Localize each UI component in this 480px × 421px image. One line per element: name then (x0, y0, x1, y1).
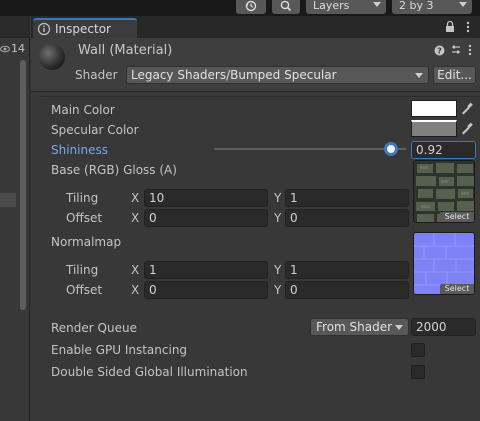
layers-label: Layers (313, 0, 350, 12)
material-title: Wall (Material) (78, 43, 173, 58)
base-offset-x-value: 0 (149, 211, 157, 225)
shininess-slider-track[interactable] (214, 148, 406, 150)
normalmap-offset-y-label: Y (274, 283, 282, 297)
divider (41, 96, 480, 97)
base-offset-label: Offset (66, 211, 103, 225)
svg-text:?: ? (437, 47, 442, 56)
normalmap-tiling-y-value: 1 (290, 263, 298, 277)
normalmap-tiling-x-input[interactable]: 1 (144, 261, 268, 279)
specular-color-swatch[interactable] (411, 120, 457, 137)
layout-label: 2 by 3 (399, 0, 434, 12)
hierarchy-header (0, 16, 30, 38)
render-queue-mode: From Shader (316, 320, 393, 334)
material-preview-icon (39, 44, 65, 70)
base-texture-label: Base (RGB) Gloss (A) (51, 163, 177, 177)
base-offset-y-label: Y (274, 211, 282, 225)
eye-icon (0, 45, 10, 53)
main-color-swatch[interactable] (411, 100, 457, 117)
base-tiling-x-label: X (131, 191, 140, 205)
base-offset-x-label: X (131, 211, 140, 225)
render-queue-dropdown[interactable]: From Shader (310, 318, 409, 336)
normalmap-offset-x-input[interactable]: 0 (144, 281, 268, 299)
shader-value: Legacy Shaders/Bumped Specular (131, 68, 337, 82)
eyedropper-icon[interactable] (460, 101, 473, 115)
history-button[interactable] (236, 0, 266, 14)
history-icon (245, 0, 257, 12)
base-offset-x-input[interactable]: 0 (144, 209, 268, 227)
lock-icon[interactable] (444, 20, 456, 33)
render-queue-value: 2000 (416, 320, 447, 334)
visibility-count: 14 (11, 42, 25, 55)
hierarchy-scrollbar[interactable] (20, 60, 26, 310)
layers-dropdown[interactable]: Layers (306, 0, 386, 14)
render-queue-label: Render Queue (51, 321, 137, 335)
eyedropper-icon[interactable] (460, 121, 473, 135)
normalmap-offset-label: Offset (66, 283, 103, 297)
normalmap-label: Normalmap (51, 235, 122, 249)
edit-shader-label: Edit... (437, 68, 472, 82)
chevron-down-icon (395, 325, 403, 330)
edit-shader-button[interactable]: Edit... (433, 66, 476, 84)
hierarchy-selected-row[interactable] (0, 193, 16, 207)
shader-label: Shader (75, 68, 118, 82)
normalmap-tiling-y-input[interactable]: 1 (285, 261, 409, 279)
search-icon (280, 0, 292, 12)
render-queue-input[interactable]: 2000 (411, 318, 476, 336)
base-texture-select-button[interactable]: Select (440, 212, 474, 222)
tab-inspector[interactable]: Inspector (33, 18, 137, 38)
search-button[interactable] (272, 0, 300, 14)
base-tiling-label: Tiling (66, 191, 99, 205)
preset-icon[interactable] (450, 44, 462, 56)
main-color-label: Main Color (51, 103, 115, 117)
chevron-down-icon (459, 2, 467, 7)
layout-dropdown[interactable]: 2 by 3 (392, 0, 472, 14)
base-texture-slot[interactable]: Select (413, 160, 475, 223)
normalmap-offset-x-label: X (131, 283, 140, 297)
gpu-instancing-checkbox[interactable] (411, 343, 425, 357)
base-tiling-y-value: 1 (290, 191, 298, 205)
normalmap-offset-y-value: 0 (290, 283, 298, 297)
base-tiling-x-input[interactable]: 10 (144, 189, 268, 207)
shininess-value: 0.92 (416, 143, 443, 157)
normalmap-select-button[interactable]: Select (440, 284, 474, 294)
normalmap-tiling-x-label: X (131, 263, 140, 277)
base-offset-y-input[interactable]: 0 (285, 209, 409, 227)
chevron-down-icon (373, 2, 381, 7)
chevron-down-icon (415, 73, 423, 78)
shininess-label: Shininess (51, 143, 108, 157)
normalmap-texture-slot[interactable]: Select (413, 232, 475, 295)
kebab-menu-icon[interactable] (462, 20, 474, 33)
gpu-instancing-label: Enable GPU Instancing (51, 343, 188, 357)
double-sided-gi-checkbox[interactable] (411, 365, 425, 379)
base-offset-y-value: 0 (290, 211, 298, 225)
normalmap-tiling-y-label: Y (274, 263, 282, 277)
shader-dropdown[interactable]: Legacy Shaders/Bumped Specular (126, 66, 429, 84)
double-sided-gi-label: Double Sided Global Illumination (51, 365, 248, 379)
base-tiling-y-label: Y (274, 191, 282, 205)
normalmap-tiling-label: Tiling (66, 263, 99, 277)
normalmap-offset-x-value: 0 (149, 283, 157, 297)
specular-color-label: Specular Color (51, 123, 139, 137)
shininess-slider-thumb[interactable] (383, 142, 398, 156)
info-icon (37, 22, 51, 36)
base-tiling-x-value: 10 (149, 191, 165, 205)
component-menu-icon[interactable] (466, 44, 474, 56)
shininess-input[interactable]: 0.92 (411, 141, 476, 159)
tab-inspector-label: Inspector (55, 22, 111, 36)
help-icon[interactable]: ? (434, 45, 445, 56)
visibility-toggle[interactable]: 14 (0, 42, 30, 56)
normalmap-tiling-x-value: 1 (149, 263, 157, 277)
normalmap-offset-y-input[interactable]: 0 (285, 281, 409, 299)
base-tiling-y-input[interactable]: 1 (285, 189, 409, 207)
